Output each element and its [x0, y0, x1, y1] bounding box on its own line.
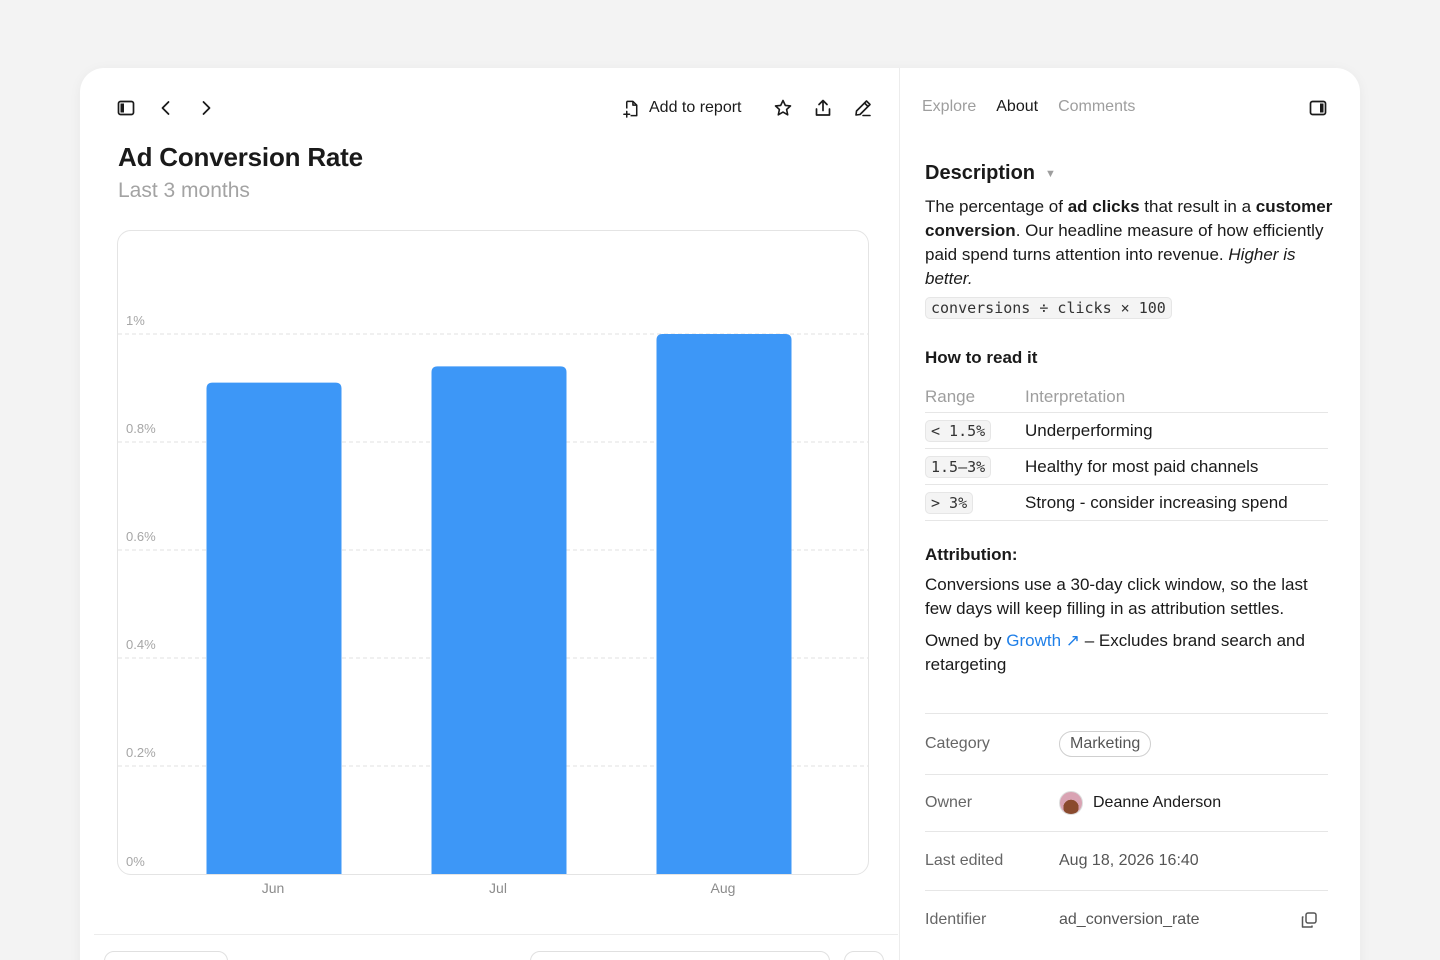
page-subtitle: Last 3 months: [118, 179, 250, 202]
owned-prefix: Owned by: [925, 631, 1007, 650]
caret-down-icon: ▼: [1045, 167, 1056, 180]
footer-input[interactable]: [530, 951, 830, 960]
x-axis-labels: Jun Jul Aug: [117, 880, 869, 900]
tab-about[interactable]: About: [996, 98, 1038, 116]
owner-name[interactable]: Deanne Anderson: [1093, 794, 1221, 812]
attribution-heading: Attribution:: [925, 545, 1018, 564]
bar-chart: 0% 0.2% 0.4% 0.6% 0.8% 1%: [118, 313, 868, 875]
col-interpretation: Interpretation: [1025, 386, 1126, 406]
last-edited-label: Last edited: [925, 852, 1004, 869]
identifier-value: ad_conversion_rate: [1059, 911, 1200, 928]
avatar: [1059, 791, 1083, 815]
table-row: 1.5–3% Healthy for most paid channels: [925, 449, 1328, 485]
range-value: < 1.5%: [925, 419, 992, 442]
desc-text-1: The percentage of: [925, 197, 1068, 216]
back-icon[interactable]: [153, 95, 179, 121]
property-row-category: Category Marketing: [925, 714, 1328, 775]
y-tick-label: 0.4%: [126, 637, 156, 652]
range-value: 1.5–3%: [925, 455, 992, 478]
edit-icon[interactable]: [850, 95, 876, 121]
y-tick-label: 0%: [126, 854, 145, 869]
category-pill[interactable]: Marketing: [1059, 731, 1152, 757]
add-to-report-button[interactable]: Add to report: [622, 96, 742, 120]
identifier-label: Identifier: [925, 911, 987, 928]
chart-container: 0% 0.2% 0.4% 0.6% 0.8% 1%: [117, 230, 869, 875]
last-edited-value: Aug 18, 2026 16:40: [1059, 852, 1199, 869]
bar-jun[interactable]: [206, 382, 342, 875]
how-to-read-heading: How to read it: [925, 348, 1038, 367]
interpretation-value: Healthy for most paid channels: [1025, 456, 1259, 476]
description-heading-label: Description: [925, 162, 1036, 184]
divider: [94, 934, 898, 935]
y-tick-label: 0.8%: [126, 421, 156, 436]
desc-bold-1: ad clicks: [1067, 197, 1140, 216]
category-label: Category: [925, 735, 990, 752]
property-row-last-edited: Last edited Aug 18, 2026 16:40: [925, 832, 1328, 891]
range-value: > 3%: [925, 491, 974, 514]
y-tick-label: 0.6%: [126, 529, 156, 544]
interpretation-value: Underperforming: [1025, 420, 1153, 440]
bar-jul[interactable]: [431, 366, 567, 875]
x-tick-label: Aug: [710, 880, 736, 896]
page-title: Ad Conversion Rate: [118, 142, 363, 172]
add-document-icon: [623, 100, 638, 118]
formula-code: conversions ÷ clicks × 100: [925, 297, 1172, 319]
star-icon[interactable]: [770, 95, 796, 121]
metric-card: Add to report Ad Conversion Rate Last 3 …: [80, 68, 1360, 960]
owned-by-text: Owned by Growth ↗ – Excludes brand searc…: [925, 629, 1335, 677]
footer-icon-button[interactable]: [844, 951, 884, 960]
share-icon[interactable]: [810, 95, 836, 121]
property-row-identifier: Identifier ad_conversion_rate: [925, 891, 1328, 949]
tab-comments[interactable]: Comments: [1058, 98, 1135, 116]
description-text: The percentage of ad clicks that result …: [925, 195, 1335, 291]
tab-explore[interactable]: Explore: [922, 98, 976, 116]
bar-aug[interactable]: [656, 334, 792, 875]
x-tick-label: Jul: [489, 880, 507, 896]
details-panel: Explore About Comments Description ▼ The…: [899, 68, 1360, 960]
growth-link[interactable]: Growth ↗: [1006, 631, 1080, 650]
attribution-text: Conversions use a 30-day click window, s…: [925, 575, 1308, 618]
footer-button[interactable]: [104, 951, 228, 960]
copy-icon[interactable]: [1296, 907, 1322, 933]
col-range: Range: [925, 386, 976, 406]
sidebar-toggle-icon[interactable]: [113, 95, 139, 121]
table-row: < 1.5% Underperforming: [925, 413, 1328, 449]
add-to-report-label: Add to report: [649, 99, 742, 116]
properties-list: Category Marketing Owner Deanne Anderson…: [925, 713, 1328, 949]
desc-text-2: that result in a: [1139, 197, 1256, 216]
formula: conversions ÷ clicks × 100: [925, 297, 1172, 319]
description-heading[interactable]: Description ▼: [925, 162, 1056, 185]
forward-icon[interactable]: [193, 95, 219, 121]
y-tick-label: 1%: [126, 313, 145, 328]
panel-tabs: Explore About Comments: [922, 98, 1135, 116]
property-row-owner: Owner Deanne Anderson: [925, 775, 1328, 832]
chart-pane: Add to report Ad Conversion Rate Last 3 …: [80, 68, 898, 960]
table-row: > 3% Strong - consider increasing spend: [925, 485, 1328, 521]
y-tick-label: 0.2%: [126, 745, 156, 760]
range-table-header: Range Interpretation: [925, 381, 1328, 413]
owner-label: Owner: [925, 794, 973, 811]
range-table: Range Interpretation < 1.5% Underperform…: [925, 381, 1328, 521]
panel-toggle-icon[interactable]: [1305, 95, 1331, 121]
x-tick-label: Jun: [261, 880, 285, 896]
interpretation-value: Strong - consider increasing spend: [1025, 492, 1288, 512]
